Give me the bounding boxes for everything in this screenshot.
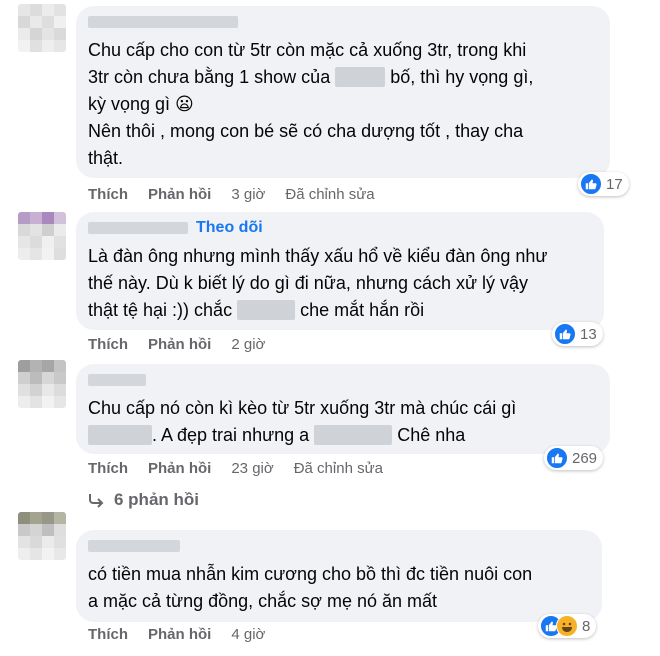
comment-line: thế này. Dù k biết lý do gì đi nữa, nhưn… [88,273,529,293]
blurred-name [88,16,238,28]
edited-label: Đã chỉnh sửa [285,186,375,203]
blurred-name [88,540,180,552]
author-name[interactable] [88,12,598,32]
avatar[interactable] [18,360,66,408]
edited-label: Đã chỉnh sửa [293,460,383,477]
timestamp[interactable]: 2 giờ [231,336,265,353]
blurred-name [314,425,393,445]
blurred-name [88,222,188,234]
like-button[interactable]: Thích [88,626,128,643]
reaction-count: 269 [572,449,598,467]
reaction-count: 13 [580,325,597,343]
like-icon [546,447,568,469]
comment-line: Chê nha [397,425,466,445]
replies-count: 6 phản hồi [114,490,199,509]
comment-line: 3tr còn chưa bằng 1 show của [88,67,331,87]
comment-line: thật. [88,148,124,168]
comment-line: . A đẹp trai nhưng a [152,425,310,445]
blurred-name [237,300,296,320]
blurred-name [88,374,146,386]
avatar[interactable] [18,212,66,260]
author-name[interactable] [88,370,598,390]
comment-actions: Thích Phản hồi 23 giờ Đã chỉnh sửa [88,460,383,477]
comment-line: Chu cấp nó còn kì kèo từ 5tr xuống 3tr m… [88,398,517,418]
comment-text: có tiền mua nhẫn kim cương cho bồ thì đc… [88,561,590,615]
reply-button[interactable]: Phản hồi [148,460,211,477]
comment-text: Là đàn ông nhưng mình thấy xấu hổ về kiể… [88,243,592,324]
comment-actions: Thích Phản hồi 3 giờ Đã chỉnh sửa [88,186,375,203]
comment-line: Là đàn ông nhưng mình thấy xấu hổ về kiể… [88,246,548,266]
comment-line: a mặc cả từng đồng, chắc sợ mẹ nó ăn mất [88,591,438,611]
like-button[interactable]: Thích [88,186,128,203]
reaction-summary[interactable]: 8 [538,614,597,638]
reaction-count: 17 [606,175,623,193]
comment-line: bố, thì hy vọng gì, [390,67,534,87]
comment-line: kỳ vọng gì 😦 [88,94,194,114]
like-button[interactable]: Thích [88,460,128,477]
comment-bubble: Theo dõi Là đàn ông nhưng mình thấy xấu … [76,212,604,330]
comment-line: che mắt hắn rồi [300,300,425,320]
avatar[interactable] [18,4,66,52]
comment-line: thật tệ hại :)) chắc [88,300,233,320]
haha-icon [556,615,578,637]
comment-bubble: Chu cấp cho con từ 5tr còn mặc cả xuống … [76,6,610,178]
comment-line: Nên thôi , mong con bé sẽ có cha dượng t… [88,121,524,141]
reply-button[interactable]: Phản hồi [148,336,211,353]
author-name[interactable] [88,536,590,556]
reply-button[interactable]: Phản hồi [148,186,211,203]
comment-line: Chu cấp cho con từ 5tr còn mặc cả xuống … [88,40,527,60]
like-icon [580,173,602,195]
like-button[interactable]: Thích [88,336,128,353]
reply-button[interactable]: Phản hồi [148,626,211,643]
comment-text: Chu cấp cho con từ 5tr còn mặc cả xuống … [88,37,598,172]
avatar[interactable] [18,512,66,560]
reaction-summary[interactable]: 269 [544,446,604,470]
reaction-summary[interactable]: 17 [578,172,629,196]
timestamp[interactable]: 23 giờ [231,460,273,477]
view-replies-button[interactable]: 6 phản hồi [88,490,199,510]
comment-actions: Thích Phản hồi 4 giờ [88,626,265,643]
reply-arrow-icon [89,494,104,508]
reaction-summary[interactable]: 13 [552,322,603,346]
comment-bubble: Chu cấp nó còn kì kèo từ 5tr xuống 3tr m… [76,364,610,454]
author-name[interactable]: Theo dõi [88,218,592,238]
comment-bubble: có tiền mua nhẫn kim cương cho bồ thì đc… [76,530,602,622]
blurred-name [335,67,386,87]
follow-button[interactable]: Theo dõi [196,219,263,237]
reaction-count: 8 [582,617,591,635]
like-icon [554,323,576,345]
comment-text: Chu cấp nó còn kì kèo từ 5tr xuống 3tr m… [88,395,598,449]
comment-actions: Thích Phản hồi 2 giờ [88,336,265,353]
blurred-name [88,425,152,445]
timestamp[interactable]: 3 giờ [231,186,265,203]
comment-line: có tiền mua nhẫn kim cương cho bồ thì đc… [88,564,533,584]
timestamp[interactable]: 4 giờ [231,626,265,643]
